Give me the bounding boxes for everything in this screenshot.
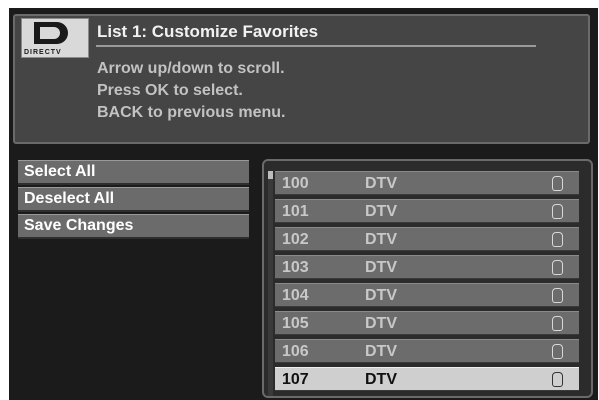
deselect-all-button[interactable]: Deselect All	[18, 187, 249, 212]
channel-row[interactable]: 107 DTV	[275, 367, 579, 391]
channel-number: 107	[282, 371, 309, 388]
directv-logo-icon	[34, 22, 68, 44]
channel-number: 106	[282, 343, 309, 360]
channel-name: DTV	[365, 371, 397, 388]
title-divider	[96, 45, 536, 47]
scrollbar-track[interactable]	[268, 171, 273, 396]
channel-row[interactable]: 101 DTV	[275, 199, 579, 223]
save-changes-button[interactable]: Save Changes	[18, 214, 249, 239]
favorite-checkbox[interactable]	[552, 232, 563, 247]
channel-number: 100	[282, 175, 309, 192]
scrollbar-thumb[interactable]	[268, 171, 273, 179]
favorite-checkbox[interactable]	[552, 316, 563, 331]
page-title: List 1: Customize Favorites	[97, 22, 319, 41]
favorite-checkbox[interactable]	[552, 372, 563, 387]
channel-row[interactable]: 104 DTV	[275, 283, 579, 307]
channel-number: 104	[282, 287, 309, 304]
channel-row[interactable]: 103 DTV	[275, 255, 579, 279]
channel-number: 103	[282, 259, 309, 276]
channel-name: DTV	[365, 315, 397, 332]
channel-row[interactable]: 105 DTV	[275, 311, 579, 335]
logo-text: DIRECTV	[24, 49, 62, 56]
select-all-button[interactable]: Select All	[18, 160, 249, 185]
favorite-checkbox[interactable]	[552, 288, 563, 303]
help-text-select: Press OK to select.	[97, 82, 243, 99]
help-text-scroll: Arrow up/down to scroll.	[97, 60, 285, 77]
channel-number: 105	[282, 315, 309, 332]
channel-name: DTV	[365, 343, 397, 360]
help-text-back: BACK to previous menu.	[97, 104, 286, 121]
channel-name: DTV	[365, 203, 397, 220]
channel-row[interactable]: 106 DTV	[275, 339, 579, 363]
channel-name: DTV	[365, 231, 397, 248]
channel-name: DTV	[365, 175, 397, 192]
favorite-checkbox[interactable]	[552, 176, 563, 191]
channel-name: DTV	[365, 259, 397, 276]
favorite-checkbox[interactable]	[552, 344, 563, 359]
directv-logo: DIRECTV	[21, 18, 89, 58]
channel-row[interactable]: 102 DTV	[275, 227, 579, 251]
favorite-checkbox[interactable]	[552, 260, 563, 275]
channel-name: DTV	[365, 287, 397, 304]
channel-number: 102	[282, 231, 309, 248]
favorite-checkbox[interactable]	[552, 204, 563, 219]
channel-row[interactable]: 100 DTV	[275, 171, 579, 195]
channel-number: 101	[282, 203, 309, 220]
